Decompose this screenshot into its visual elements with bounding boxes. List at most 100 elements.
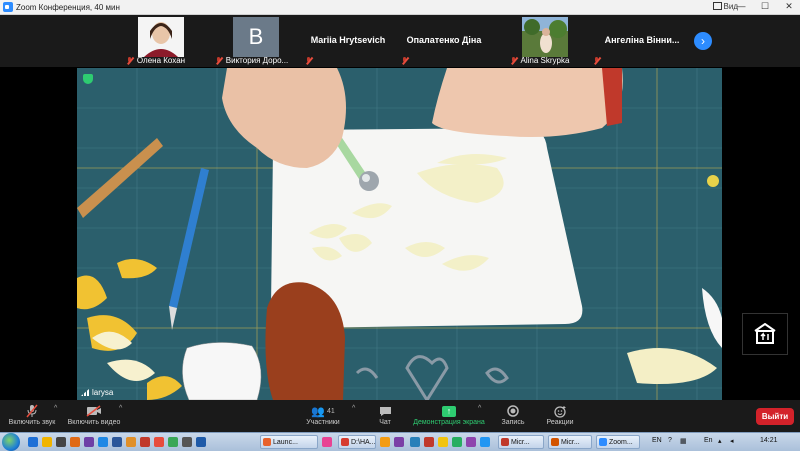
app-icon[interactable] xyxy=(452,437,462,447)
participant-name: Mariia Hrytsevich xyxy=(310,35,386,45)
unmute-label: Включить звук xyxy=(8,419,56,426)
tray-chevron-icon[interactable]: ▴ xyxy=(718,437,722,445)
participants-strip: Олена Кохан B Виктория Доро... Mariia Hr… xyxy=(0,15,800,67)
launcher-icon xyxy=(263,438,271,446)
taskbar-task[interactable]: Micr... xyxy=(548,435,592,449)
participant-tile[interactable]: B Виктория Доро... xyxy=(208,15,296,67)
app-icon[interactable] xyxy=(380,437,390,447)
maximize-button[interactable]: ☐ xyxy=(758,1,772,12)
app-icon[interactable] xyxy=(98,437,108,447)
start-button[interactable] xyxy=(2,433,20,451)
opera-icon[interactable] xyxy=(140,437,150,447)
app-icon[interactable] xyxy=(182,437,192,447)
mic-muted-icon xyxy=(594,57,600,64)
avatar: B xyxy=(233,17,279,57)
chat-icon xyxy=(379,406,391,416)
speaker-name: larysa xyxy=(92,388,114,397)
app-icon[interactable] xyxy=(410,437,420,447)
participant-photo xyxy=(138,17,184,57)
participant-name: Опалатенко Діна xyxy=(406,35,482,45)
app-icon[interactable] xyxy=(196,437,206,447)
mic-muted-icon xyxy=(26,404,38,418)
mic-muted-icon xyxy=(306,57,312,64)
participants-count: 41 xyxy=(326,407,335,415)
chat-label: Чат xyxy=(379,419,391,426)
folder-icon[interactable] xyxy=(42,437,52,447)
next-page-button[interactable]: › xyxy=(694,32,712,50)
participant-name: Виктория Доро... xyxy=(225,56,289,65)
participants-options-caret[interactable]: ^ xyxy=(352,405,355,412)
share-screen-label: Демонстрация экрана xyxy=(413,419,485,426)
taskbar-task[interactable]: Micr... xyxy=(498,435,544,449)
encryption-shield-icon xyxy=(83,74,93,84)
app-icon[interactable] xyxy=(438,437,448,447)
audio-options-caret[interactable]: ^ xyxy=(54,405,57,412)
participant-tile[interactable]: Alina Skrypka xyxy=(496,15,584,67)
reactions-button[interactable]: Реакции xyxy=(540,403,580,431)
language-indicator[interactable]: EN xyxy=(652,437,662,444)
participant-tile[interactable]: Опалатенко Діна xyxy=(400,15,488,67)
main-video: larysa xyxy=(77,68,722,400)
app-icon[interactable] xyxy=(394,437,404,447)
firefox-icon[interactable] xyxy=(70,437,80,447)
word-icon[interactable] xyxy=(112,437,122,447)
media-icon[interactable] xyxy=(56,437,66,447)
ie-icon[interactable] xyxy=(28,437,38,447)
share-share-button[interactable] xyxy=(742,313,788,355)
zoom-app-icon xyxy=(3,2,13,12)
task-label: Launc... xyxy=(273,438,298,446)
share-options-caret[interactable]: ^ xyxy=(478,405,481,412)
participant-tile[interactable]: Ангеліна Вінни... xyxy=(592,15,692,67)
zoom-task-icon xyxy=(599,438,607,446)
participant-name: Олена Кохан xyxy=(136,56,186,65)
viber-icon[interactable] xyxy=(466,437,476,447)
task-app-icon xyxy=(551,438,559,446)
unmute-button[interactable]: Включить звук xyxy=(4,403,60,431)
app-icon[interactable] xyxy=(126,437,136,447)
mic-muted-icon xyxy=(216,57,222,64)
taskbar-task[interactable]: Launc... xyxy=(260,435,318,449)
participants-icon: 👥 xyxy=(311,405,325,418)
volume-icon[interactable]: ◂ xyxy=(730,437,734,445)
chrome-icon[interactable] xyxy=(168,437,178,447)
video-off-icon xyxy=(86,405,101,417)
mic-muted-icon xyxy=(402,57,408,64)
app-icon[interactable] xyxy=(84,437,94,447)
minimize-button[interactable]: — xyxy=(734,1,748,12)
share-screen-button[interactable]: ↑ Демонстрация экрана xyxy=(410,403,488,431)
leave-meeting-button[interactable]: Выйти xyxy=(756,408,794,425)
participant-tile[interactable]: Mariia Hrytsevich xyxy=(304,15,392,67)
os-taskbar: Launc... D:\HA... Micr... Micr... Zoom..… xyxy=(0,432,800,451)
help-icon[interactable]: ? xyxy=(668,437,672,444)
app-icon[interactable] xyxy=(424,437,434,447)
mic-muted-icon xyxy=(511,57,517,64)
taskbar-task[interactable]: D:\HA... xyxy=(338,435,376,449)
chat-button[interactable]: Чат xyxy=(370,403,400,431)
window-title: Zoom Конференция, 40 мин xyxy=(16,2,120,12)
app-icon[interactable] xyxy=(322,437,332,447)
app-icon[interactable] xyxy=(154,437,164,447)
record-label: Запись xyxy=(501,419,525,426)
app-icon[interactable] xyxy=(480,437,490,447)
record-button[interactable]: Запись xyxy=(496,403,530,431)
video-speaker-label: larysa xyxy=(81,388,113,397)
participants-label: Участники xyxy=(306,419,340,426)
clock[interactable]: 14:21 xyxy=(760,437,778,444)
task-label: Micr... xyxy=(511,438,530,446)
close-button[interactable]: ✕ xyxy=(782,1,796,12)
taskbar-task[interactable]: Zoom... xyxy=(596,435,640,449)
video-options-caret[interactable]: ^ xyxy=(119,405,122,412)
reactions-smiley-icon xyxy=(553,405,566,418)
reactions-label: Реакции xyxy=(546,419,574,426)
folder-task-icon xyxy=(341,438,349,446)
participants-button[interactable]: 👥 41 Участники xyxy=(300,403,346,431)
window-titlebar: Zoom Конференция, 40 мин Вид — ☐ ✕ xyxy=(0,0,800,15)
participant-name: Ангеліна Вінни... xyxy=(604,35,680,45)
participant-tile[interactable]: Олена Кохан xyxy=(112,15,200,67)
video-frame xyxy=(77,68,722,400)
start-video-button[interactable]: Включить видео xyxy=(64,403,124,431)
keyboard-language[interactable]: En xyxy=(704,437,713,444)
participant-name: Alina Skrypka xyxy=(520,56,570,65)
network-icon[interactable]: ▦ xyxy=(680,437,687,445)
task-label: Zoom... xyxy=(609,438,633,446)
